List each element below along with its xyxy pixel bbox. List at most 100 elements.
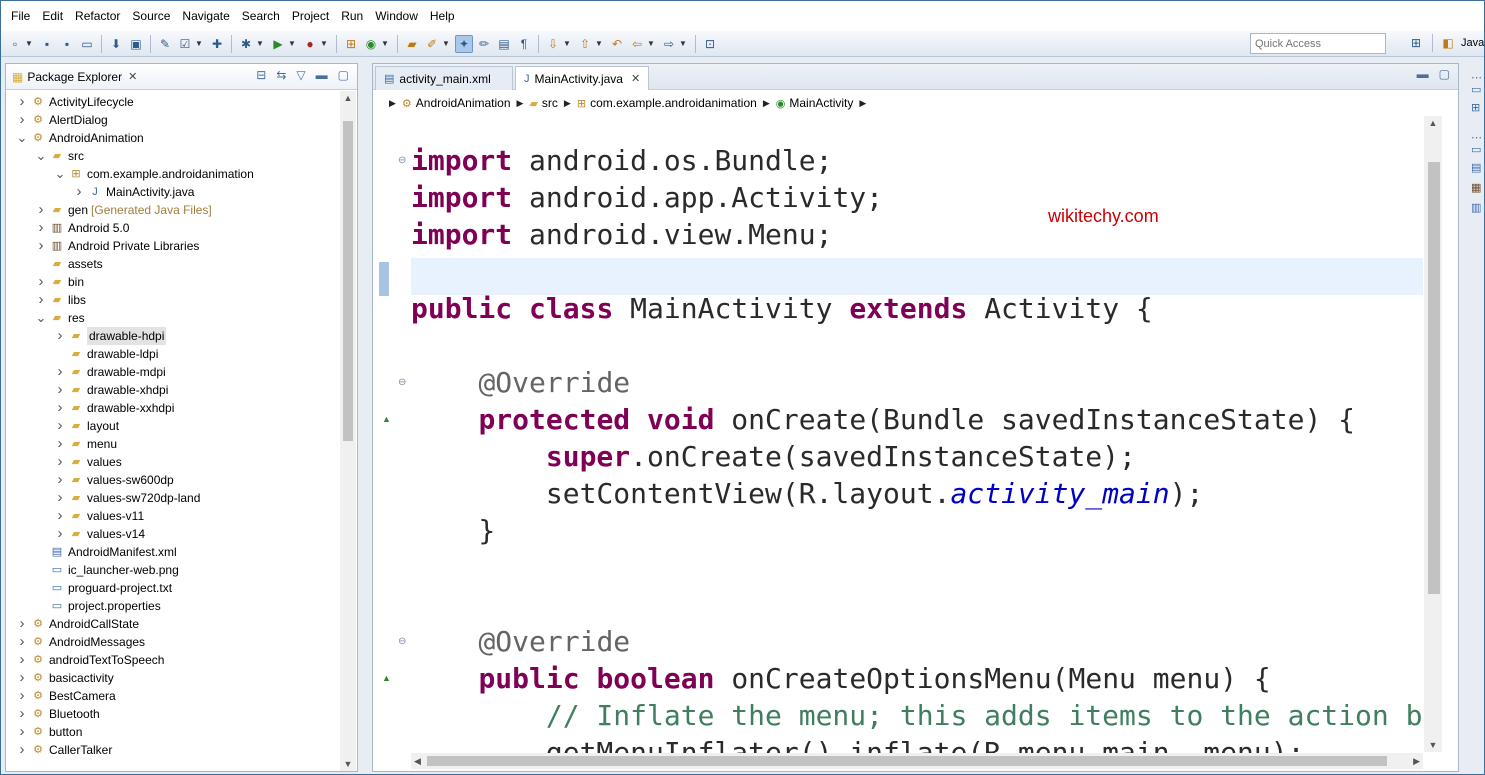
new-dropdown-icon[interactable]: ▼ (25, 39, 33, 48)
checkbox-icon[interactable]: ☑ (176, 35, 194, 53)
collapsed-chevron-icon[interactable]: › (35, 237, 47, 255)
menu-source[interactable]: Source (126, 1, 176, 31)
code-line[interactable]: // Inflate the menu; this adds items to … (411, 697, 1423, 734)
menu-refactor[interactable]: Refactor (69, 1, 126, 31)
back-icon[interactable]: ⇦ (628, 35, 646, 53)
outline-view-icon[interactable]: ⊞ (1471, 101, 1480, 114)
expanded-chevron-icon[interactable]: ⌄ (16, 131, 28, 144)
save-icon[interactable]: ▪ (38, 35, 56, 53)
code-line[interactable]: } (411, 512, 495, 549)
collapsed-chevron-icon[interactable]: › (16, 723, 28, 741)
java-perspective-button[interactable]: ◧ Java (1432, 34, 1484, 52)
collapsed-chevron-icon[interactable]: › (16, 93, 28, 111)
previous-annotation-icon[interactable]: ⇧ (576, 35, 594, 53)
collapsed-chevron-icon[interactable]: › (16, 633, 28, 651)
breadcrumb-arrow-icon[interactable]: ▶ (389, 98, 396, 109)
scroll-right-icon[interactable]: ▶ (1413, 753, 1420, 769)
tree-item[interactable]: › ⚙ ActivityLifecycle (6, 93, 134, 111)
next-annotation-dropdown-icon[interactable]: ▼ (563, 39, 571, 48)
restore-icon[interactable]: ▭ (1471, 143, 1481, 156)
restore-icon[interactable]: ▭ (1471, 83, 1481, 96)
avd-manager-icon[interactable]: ▣ (127, 35, 145, 53)
forward-dropdown-icon[interactable]: ▼ (679, 39, 687, 48)
tree-item[interactable]: › ▰ values-sw720dp-land (6, 489, 201, 507)
toggle-mark-occurrences-icon[interactable]: ✦ (455, 34, 473, 53)
tree-item[interactable]: ▭ ic_launcher-web.png (6, 561, 179, 579)
tree-item[interactable]: › ⚙ AlertDialog (6, 111, 108, 129)
breadcrumb-item[interactable]: src (542, 96, 558, 110)
debug-icon[interactable]: ✱ (237, 35, 255, 53)
tree-item[interactable]: › ▥ Android Private Libraries (6, 237, 200, 255)
new-java-class-icon[interactable]: ◉ (362, 35, 380, 53)
fold-collapse-icon[interactable]: ⊖ (398, 377, 406, 388)
menu-project[interactable]: Project (286, 1, 335, 31)
block-selection-icon[interactable]: ▤ (495, 35, 513, 53)
menu-edit[interactable]: Edit (36, 1, 69, 31)
open-perspective-icon[interactable]: ⊞ (1407, 34, 1425, 52)
print-icon[interactable]: ▭ (78, 35, 96, 53)
quick-access-input[interactable] (1250, 33, 1386, 54)
fold-collapse-icon[interactable]: ⊖ (398, 636, 406, 647)
show-whitespace-icon[interactable]: ¶ (515, 35, 533, 53)
scroll-up-icon[interactable]: ▲ (1424, 118, 1442, 128)
run-dropdown-icon[interactable]: ▼ (288, 39, 296, 48)
scroll-down-icon[interactable]: ▼ (340, 759, 356, 769)
tree-item[interactable]: › ⚙ basicactivity (6, 669, 114, 687)
minimize-editor-icon[interactable]: ▬ (1417, 67, 1429, 81)
external-tools-dropdown-icon[interactable]: ▼ (320, 39, 328, 48)
breadcrumb-arrow-icon[interactable]: ▶ (564, 98, 571, 109)
tree-item[interactable]: › ⚙ androidTextToSpeech (6, 651, 165, 669)
problems-view-icon[interactable]: ▦ (1471, 181, 1481, 194)
code-line[interactable]: public boolean onCreateOptionsMenu(Menu … (411, 660, 1270, 697)
code-line[interactable]: protected void onCreate(Bundle savedInst… (411, 401, 1355, 438)
scrollbar-thumb[interactable] (427, 756, 1387, 766)
expanded-chevron-icon[interactable]: ⌄ (35, 149, 47, 162)
collapsed-chevron-icon[interactable]: › (54, 399, 66, 417)
menu-navigate[interactable]: Navigate (176, 1, 235, 31)
collapsed-chevron-icon[interactable]: › (54, 489, 66, 507)
collapsed-chevron-icon[interactable]: › (35, 219, 47, 237)
tree-item[interactable]: › ⚙ AndroidMessages (6, 633, 146, 651)
menu-run[interactable]: Run (335, 1, 369, 31)
tree-item[interactable]: › ▰ bin (6, 273, 85, 291)
code-line[interactable]: getMenuInflater().inflate(R.menu.main, m… (411, 734, 1305, 754)
collapsed-chevron-icon[interactable]: › (16, 111, 28, 129)
menu-window[interactable]: Window (369, 1, 424, 31)
tree-item[interactable]: › ⚙ BestCamera (6, 687, 116, 705)
menu-search[interactable]: Search (236, 1, 286, 31)
tab-close-icon[interactable]: ✕ (631, 72, 640, 85)
link-with-editor-icon[interactable]: ⇆ (276, 68, 286, 82)
breadcrumb-arrow-icon[interactable]: ▶ (517, 98, 524, 109)
tree-item[interactable]: ⌄ ▰ res (6, 309, 85, 327)
collapsed-chevron-icon[interactable]: › (35, 291, 47, 309)
forward-icon[interactable]: ⇨ (660, 35, 678, 53)
open-task-dropdown-icon[interactable]: ▼ (442, 39, 450, 48)
scroll-down-icon[interactable]: ▼ (1424, 740, 1442, 750)
tree-item[interactable]: ⌄ ⊞ com.example.androidanimation (6, 165, 254, 183)
collapsed-chevron-icon[interactable]: › (54, 381, 66, 399)
tree-item[interactable]: ▭ project.properties (6, 597, 161, 615)
editor-horizontal-scrollbar[interactable]: ◀ ▶ (411, 753, 1423, 769)
open-type-icon[interactable]: ▰ (403, 35, 421, 53)
override-marker-icon[interactable]: ▲ (382, 673, 391, 683)
code-line[interactable]: super.onCreate(savedInstanceState); (411, 438, 1136, 475)
breadcrumb-arrow-icon[interactable]: ▶ (859, 98, 866, 109)
tree-item[interactable]: › ▰ values-v11 (6, 507, 145, 525)
lint-icon[interactable]: ✎ (156, 35, 174, 53)
sdk-manager-icon[interactable]: ⬇ (107, 35, 125, 53)
new-class-dropdown-icon[interactable]: ▼ (381, 39, 389, 48)
collapsed-chevron-icon[interactable]: › (54, 417, 66, 435)
tree-item[interactable]: › ⚙ CallerTalker (6, 741, 113, 759)
collapsed-chevron-icon[interactable]: › (54, 435, 66, 453)
collapsed-chevron-icon[interactable]: › (16, 741, 28, 759)
new-java-package-icon[interactable]: ⊞ (342, 35, 360, 53)
tree-item[interactable]: › ▰ drawable-xhdpi (6, 381, 169, 399)
properties-view-icon[interactable]: ▥ (1471, 201, 1481, 214)
tree-item[interactable]: › J MainActivity.java (6, 183, 195, 201)
external-tools-icon[interactable]: ● (301, 35, 319, 53)
code-line[interactable]: @Override (411, 364, 630, 401)
maximize-editor-icon[interactable]: ▢ (1439, 67, 1450, 81)
scrollbar-thumb[interactable] (1428, 162, 1440, 594)
console-view-icon[interactable]: ▤ (1471, 161, 1481, 174)
maximize-view-icon[interactable]: ▢ (338, 68, 349, 82)
